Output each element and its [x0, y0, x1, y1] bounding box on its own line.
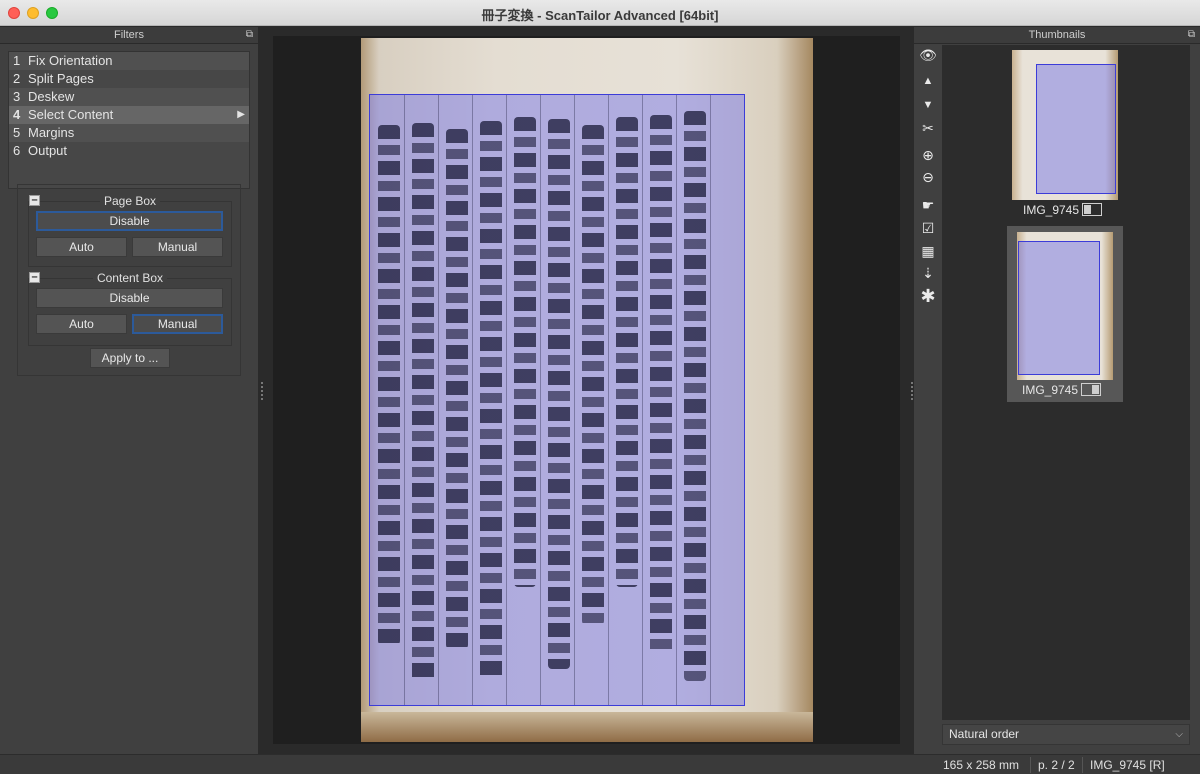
thumbnail-item[interactable]: IMG_9745	[1012, 50, 1118, 222]
sort-order-select[interactable]: Natural order ⌵	[942, 724, 1190, 745]
content-box-group: Content Box – Disable Auto Manual	[28, 271, 232, 346]
zoom-in-icon[interactable]: ⊕	[918, 145, 938, 165]
chevron-down-icon: ⌵	[1175, 729, 1183, 740]
filter-number: 1	[13, 53, 21, 68]
sort-icon[interactable]: ⇣	[918, 263, 938, 283]
thumbnail-content-box	[1036, 64, 1116, 194]
thumbnail-label: IMG_9745	[1022, 383, 1079, 397]
thumbnails-panel-header: Thumbnails ⧉	[914, 27, 1200, 44]
page-box-auto-button[interactable]: Auto	[36, 237, 127, 257]
filters-panel-header: Filters ⧉	[0, 27, 258, 44]
filter-label: Split Pages	[28, 71, 94, 86]
filter-number: 6	[13, 143, 21, 158]
filter-item-split-pages[interactable]: 2 Split Pages	[9, 70, 249, 88]
right-page-icon	[1081, 383, 1102, 396]
content-box-overlay[interactable]	[369, 94, 745, 706]
thumbnail-content-box	[1018, 241, 1100, 375]
collapse-content-box-icon[interactable]: –	[29, 272, 40, 283]
content-box-manual-button[interactable]: Manual	[132, 314, 223, 334]
select-content-options: Page Box – Disable Auto Manual Content B…	[17, 184, 241, 376]
content-box-auto-button[interactable]: Auto	[36, 314, 127, 334]
zoom-out-icon[interactable]: ⊖	[918, 167, 938, 187]
filter-number: 4	[13, 107, 21, 122]
page-box-group: Page Box – Disable Auto Manual	[28, 194, 232, 267]
file-name-status: IMG_9745 [R]	[1090, 758, 1165, 772]
filter-item-select-content[interactable]: 4 Select Content ▶	[9, 106, 249, 124]
filters-panel: Filters ⧉ 1 Fix Orientation 2 Split Page…	[0, 27, 258, 754]
page-box-manual-button[interactable]: Manual	[132, 237, 223, 257]
filter-label: Output	[28, 143, 68, 158]
thumbnails-panel-title: Thumbnails	[1028, 29, 1086, 41]
left-splitter-handle[interactable]	[260, 382, 264, 400]
page-box-title: Page Box	[99, 194, 161, 208]
status-bar: 165 x 258 mm p. 2 / 2 IMG_9745 [R]	[0, 754, 1200, 774]
apply-to-button[interactable]: Apply to ...	[90, 348, 170, 368]
pointing-hand-icon[interactable]: ☛	[918, 195, 938, 215]
arrow-down-icon[interactable]: ▼	[918, 95, 938, 115]
float-panel-icon[interactable]: ⧉	[1186, 29, 1197, 40]
filter-item-margins[interactable]: 5 Margins	[9, 124, 249, 142]
left-page-icon	[1082, 203, 1103, 216]
thumbnail-label: IMG_9745	[1023, 203, 1080, 217]
eye-icon[interactable]: 👁	[918, 45, 938, 65]
content-box-title: Content Box	[92, 271, 168, 285]
filter-list: 1 Fix Orientation 2 Split Pages 3 Deskew…	[8, 51, 250, 189]
filter-number: 2	[13, 71, 21, 86]
scissors-icon[interactable]: ✂	[918, 118, 938, 138]
float-panel-icon[interactable]: ⧉	[244, 29, 255, 40]
filter-item-deskew[interactable]: 3 Deskew	[9, 88, 249, 106]
filter-label: Deskew	[28, 89, 75, 104]
filter-item-fix-orientation[interactable]: 1 Fix Orientation	[9, 52, 249, 70]
filters-panel-title: Filters	[114, 29, 144, 41]
checkbox-icon[interactable]: ☑	[918, 218, 938, 238]
thumbnail-item-selected[interactable]: IMG_9745	[1007, 226, 1123, 402]
window-title: 冊子変換 - ScanTailor Advanced [64bit]	[481, 8, 719, 23]
arrow-up-icon[interactable]: ▲	[918, 71, 938, 91]
sort-order-value: Natural order	[949, 727, 1020, 741]
title-bar: 冊子変換 - ScanTailor Advanced [64bit]	[0, 0, 1200, 26]
filter-label: Select Content	[28, 107, 114, 122]
thumbnail-toolbar: 👁 ▲ ▼ ✂ ⊕ ⊖ ☛ ☑ ▦ ⇣ ✱	[914, 45, 940, 315]
filter-label: Margins	[28, 125, 75, 140]
content-box-disable-button[interactable]: Disable	[36, 288, 223, 308]
thumbnails-panel: Thumbnails ⧉ 👁 ▲ ▼ ✂ ⊕ ⊖ ☛ ☑ ▦ ⇣ ✱ IMG_9…	[914, 27, 1200, 754]
image-view[interactable]	[273, 36, 900, 744]
asterisk-icon[interactable]: ✱	[918, 286, 938, 306]
grid-icon[interactable]: ▦	[918, 241, 938, 261]
page-box-disable-button[interactable]: Disable	[36, 211, 223, 231]
filter-item-output[interactable]: 6 Output	[9, 142, 249, 160]
play-arrow-icon[interactable]: ▶	[237, 106, 245, 124]
filter-number: 5	[13, 125, 21, 140]
collapse-page-box-icon[interactable]: –	[29, 195, 40, 206]
filter-label: Fix Orientation	[28, 53, 113, 68]
thumbnail-list[interactable]: IMG_9745 IMG_9745	[942, 45, 1190, 720]
page-size-status: 165 x 258 mm	[943, 758, 1020, 772]
filter-number: 3	[13, 89, 21, 104]
page-number-status: p. 2 / 2	[1038, 758, 1075, 772]
